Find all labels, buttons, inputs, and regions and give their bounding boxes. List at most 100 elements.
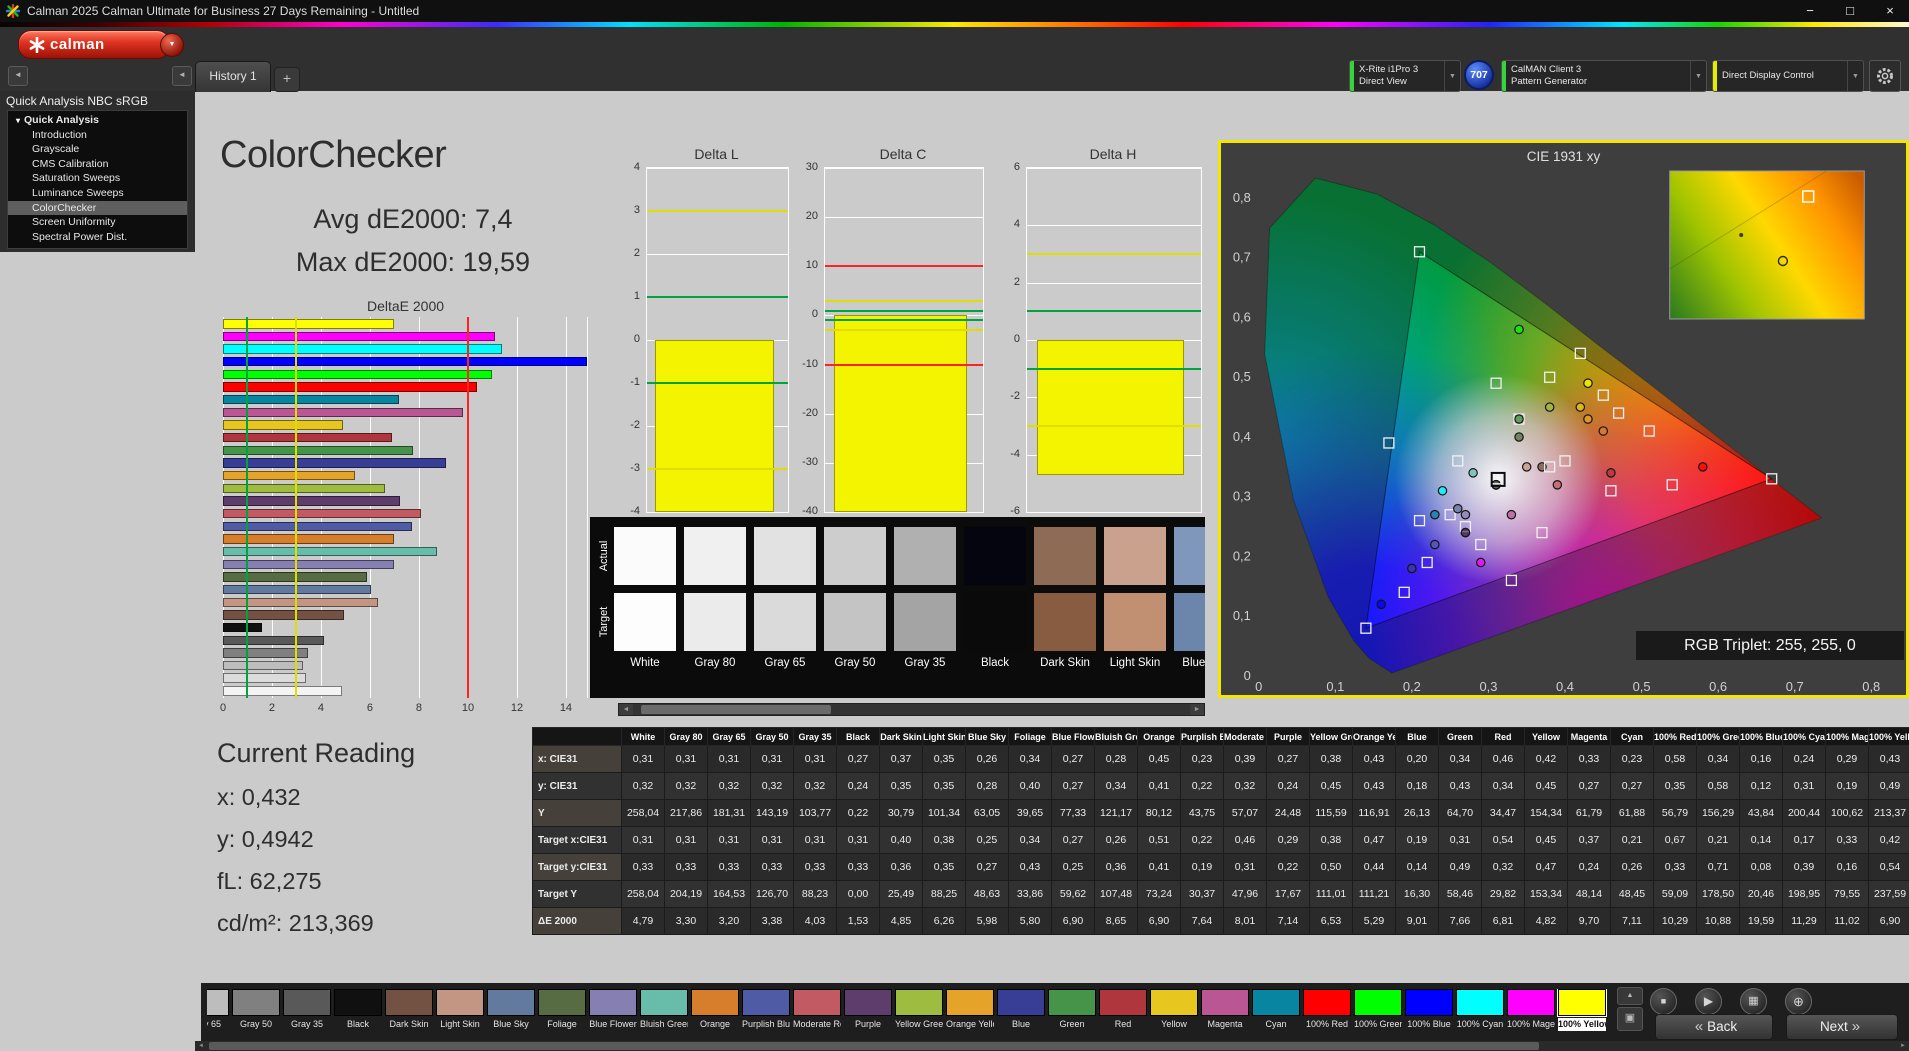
table-cell: 0,27 [965, 853, 1009, 881]
table-cell: 0,22 [1180, 826, 1224, 854]
tree-item-colorchecker[interactable]: ColorChecker [8, 200, 187, 216]
scroll-left-icon[interactable]: ◄ [619, 704, 633, 715]
horizontal-scrollbar[interactable]: ◄ ► [195, 1041, 1909, 1051]
pattern-patch[interactable]: 100% Red [1303, 989, 1351, 1031]
chevron-down-icon[interactable]: ▼ [1444, 61, 1460, 91]
table-cell: 0,34 [1008, 826, 1052, 854]
patch-label: Foliage [547, 1019, 577, 1029]
minimize-button[interactable]: − [1791, 0, 1829, 22]
reference-line [825, 329, 983, 332]
maximize-button[interactable]: □ [1831, 0, 1869, 22]
pattern-patch[interactable]: Light Skin [436, 989, 484, 1031]
table-cell: 11,02 [1825, 907, 1869, 935]
pattern-patch[interactable]: Foliage [538, 989, 586, 1031]
pattern-patch[interactable]: Moderate Red [793, 989, 841, 1031]
table-cell: 213,37 [1868, 799, 1909, 827]
pattern-patch[interactable]: 100% Magenta [1507, 989, 1555, 1031]
close-button[interactable]: × [1871, 0, 1909, 22]
pattern-patch[interactable]: Bluish Green [640, 989, 688, 1031]
pattern-patch[interactable]: Gray 50 [232, 989, 280, 1031]
tree-item-saturation-sweeps[interactable]: Saturation Sweeps [8, 171, 187, 186]
meter-button[interactable]: X-Rite i1Pro 3 Direct View ▼ [1349, 60, 1461, 92]
dc-plot [824, 167, 984, 513]
tree-item-cms-calibration[interactable]: CMS Calibration [8, 157, 187, 172]
avg-de2000: Avg dE2000: 7,4 [313, 204, 513, 234]
tree-item-grayscale[interactable]: Grayscale [8, 142, 187, 157]
deltae-bar [223, 660, 304, 671]
pattern-patch[interactable]: Orange Yellow [946, 989, 994, 1031]
table-cell: 0,31 [664, 745, 708, 773]
pattern-patch[interactable]: Blue Flower [589, 989, 637, 1031]
axis-tick-label: -4 [1010, 447, 1020, 460]
tree-item-luminance-sweeps[interactable]: Luminance Sweeps [8, 186, 187, 201]
nav-back-button[interactable]: ◄ [8, 66, 28, 86]
svg-text:0,3: 0,3 [1479, 679, 1497, 694]
network-button[interactable]: ⊕ [1785, 988, 1812, 1015]
gridline [825, 512, 983, 513]
scrollbar-thumb[interactable] [209, 1042, 1539, 1050]
save-button[interactable]: ▦ [1740, 988, 1767, 1015]
pattern-patch[interactable]: Orange [691, 989, 739, 1031]
pattern-patch[interactable]: Gray 65 [207, 989, 229, 1031]
pattern-patch[interactable]: Magenta [1201, 989, 1249, 1031]
stop-button[interactable]: ■ [1650, 988, 1677, 1015]
pattern-patch[interactable]: Blue Sky [487, 989, 535, 1031]
sidebar-collapse-button[interactable]: ◄ [172, 66, 192, 86]
pattern-patch[interactable]: Blue [997, 989, 1045, 1031]
pattern-patch[interactable]: Dark Skin [385, 989, 433, 1031]
back-label: Back [1707, 1019, 1738, 1034]
tab-add-button[interactable]: + [274, 67, 300, 92]
table-cell: 0,14 [1395, 853, 1439, 881]
pattern-patch[interactable]: Green [1048, 989, 1096, 1031]
source-button[interactable]: CalMAN Client 3 Pattern Generator ▼ [1501, 60, 1707, 92]
tree-item-spectral-power-dist-[interactable]: Spectral Power Dist. [8, 230, 187, 245]
pattern-patch[interactable]: Gray 35 [283, 989, 331, 1031]
deltae-bar [223, 382, 478, 392]
table-cell: 0,39 [1782, 853, 1826, 881]
chevron-down-icon[interactable]: ▼ [1690, 61, 1706, 91]
patch-swatch [589, 989, 637, 1016]
pattern-patch[interactable]: Black [334, 989, 382, 1031]
rainbow-strip [0, 22, 1909, 27]
pattern-patch[interactable]: Purplish Blue [742, 989, 790, 1031]
table-cell: 0,16 [1739, 745, 1783, 773]
pattern-patch[interactable]: 100% Cyan [1456, 989, 1504, 1031]
pattern-patch[interactable]: Purple [844, 989, 892, 1031]
swatch-scrollbar[interactable]: ◄ ► [618, 703, 1205, 716]
settings-button[interactable] [1869, 60, 1901, 92]
chevron-down-icon[interactable]: ▼ [1847, 61, 1863, 91]
tab-history-1[interactable]: History 1 [195, 61, 271, 92]
table-cell: 0,33 [750, 853, 794, 881]
pattern-patch[interactable]: 100% Yellow [1558, 989, 1606, 1031]
patch-bar-up-button[interactable]: ▲ [1617, 987, 1643, 1005]
scroll-left-icon[interactable]: ◄ [195, 1041, 207, 1051]
scrollbar-thumb[interactable] [641, 705, 831, 714]
svg-text:0,2: 0,2 [1403, 679, 1421, 694]
tree-item-introduction[interactable]: Introduction [8, 128, 187, 143]
table-cell: 111,01 [1309, 880, 1353, 908]
back-button[interactable]: «Back [1655, 1014, 1773, 1040]
table-cell: 0,18 [1395, 772, 1439, 800]
patch-strip: Gray 65 Gray 50 Gray 35 Black Dark Skin Light… [207, 989, 1609, 1031]
pattern-patch[interactable]: Yellow [1150, 989, 1198, 1031]
logo-dropdown-button[interactable]: ▼ [160, 33, 184, 57]
pattern-patch[interactable]: Cyan [1252, 989, 1300, 1031]
scroll-right-icon[interactable]: ► [1190, 704, 1204, 715]
display-control-button[interactable]: Direct Display Control ▼ [1712, 60, 1864, 92]
reference-line [1027, 367, 1201, 370]
column-header: Purple [1266, 727, 1310, 746]
tree-item-quick-analysis[interactable]: ▾ Quick Analysis [8, 113, 187, 128]
table-cell: 64,70 [1438, 799, 1482, 827]
pattern-patch[interactable]: 100% Blue [1405, 989, 1453, 1031]
meter-profile-badge[interactable]: 707 [1464, 60, 1494, 90]
pattern-patch[interactable]: Red [1099, 989, 1147, 1031]
pattern-patch[interactable]: Yellow Green [895, 989, 943, 1031]
calman-logo-button[interactable]: calman [18, 30, 170, 59]
next-button[interactable]: Next» [1786, 1014, 1898, 1040]
pattern-patch[interactable]: 100% Green [1354, 989, 1402, 1031]
table-cell: 0,12 [1739, 772, 1783, 800]
pattern-window-button[interactable]: ▣ [1617, 1007, 1643, 1031]
scroll-right-icon[interactable]: ► [1897, 1041, 1909, 1051]
play-button[interactable]: ▶ [1695, 988, 1722, 1015]
tree-item-screen-uniformity[interactable]: Screen Uniformity [8, 215, 187, 230]
